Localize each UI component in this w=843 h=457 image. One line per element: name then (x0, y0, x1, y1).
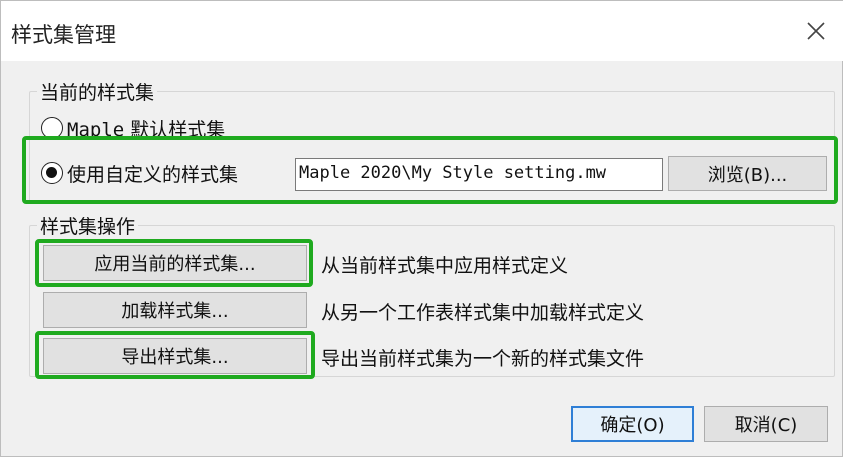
load-style-set-description: 从另一个工作表样式集中加载样式定义 (321, 302, 645, 324)
style-set-manager-dialog: 样式集管理 当前的样式集 Maple 默认样式集 使用自定义的样式集 Maple… (0, 0, 843, 457)
export-style-set-button[interactable]: 导出样式集... (43, 338, 307, 374)
ok-button[interactable]: 确定(O) (571, 406, 694, 442)
browse-button[interactable]: 浏览(B)... (668, 156, 827, 191)
radio-default-style-set[interactable]: Maple 默认样式集 (41, 115, 225, 141)
radio-default-indicator[interactable] (41, 117, 63, 139)
cancel-button[interactable]: 取消(C) (704, 406, 828, 442)
apply-style-set-button[interactable]: 应用当前的样式集... (43, 245, 307, 281)
title-bar: 样式集管理 (1, 1, 843, 61)
radio-custom-label: 使用自定义的样式集 (67, 163, 239, 186)
window-title: 样式集管理 (11, 23, 116, 47)
radio-custom-indicator[interactable] (41, 162, 63, 184)
style-set-operations-label: 样式集操作 (37, 212, 139, 239)
style-set-path-input[interactable]: Maple 2020\My Style setting.mw (295, 158, 663, 191)
close-icon[interactable] (802, 17, 830, 45)
export-style-set-description: 导出当前样式集为一个新的样式集文件 (321, 348, 645, 370)
apply-style-set-description: 从当前样式集中应用样式定义 (321, 255, 569, 277)
radio-default-label: Maple 默认样式集 (67, 118, 226, 141)
radio-custom-style-set[interactable]: 使用自定义的样式集 (41, 159, 238, 187)
current-style-set-label: 当前的样式集 (37, 78, 158, 105)
load-style-set-button[interactable]: 加载样式集... (43, 292, 307, 328)
